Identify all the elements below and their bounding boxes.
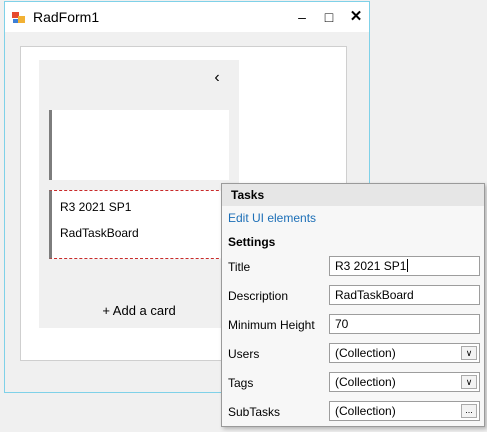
app-icon [12, 12, 25, 23]
tags-label: Tags [228, 376, 254, 390]
task-card-empty[interactable] [49, 110, 229, 180]
minimum-height-field[interactable]: 70 [329, 314, 480, 334]
edit-ui-elements-link[interactable]: Edit UI elements [228, 211, 316, 225]
title-field-value: R3 2021 SP1 [335, 259, 407, 273]
description-field[interactable]: RadTaskBoard [329, 285, 480, 305]
title-field[interactable]: R3 2021 SP1 [329, 256, 480, 276]
card-title: R3 2021 SP1 [60, 200, 132, 214]
title-bar[interactable]: RadForm1 – □ ✕ [5, 2, 369, 32]
close-button[interactable]: ✕ [345, 7, 367, 27]
smart-tag-panel: Tasks Edit UI elements Settings Title R3… [221, 183, 485, 427]
window-title: RadForm1 [33, 9, 100, 25]
tags-combo-value: (Collection) [335, 375, 396, 389]
settings-header: Settings [228, 235, 276, 249]
subtasks-field[interactable]: (Collection) ... [329, 401, 480, 421]
task-board-column: ‹ R3 2021 SP1 RadTaskBoard ◂ + Add a car… [39, 60, 239, 328]
users-combo[interactable]: (Collection) ∨ [329, 343, 480, 363]
subtasks-field-value: (Collection) [335, 404, 396, 418]
chevron-down-icon[interactable]: ∨ [461, 375, 477, 389]
card-description: RadTaskBoard [60, 226, 139, 240]
users-label: Users [228, 347, 260, 361]
users-combo-value: (Collection) [335, 346, 396, 360]
add-card-button[interactable]: + Add a card [39, 303, 239, 318]
description-label: Description [228, 289, 289, 303]
minimum-height-label: Minimum Height [228, 318, 315, 332]
maximize-button[interactable]: □ [318, 7, 340, 27]
task-card-selected[interactable]: R3 2021 SP1 RadTaskBoard ◂ [49, 185, 238, 259]
minimum-height-value: 70 [335, 317, 349, 331]
tags-combo[interactable]: (Collection) ∨ [329, 372, 480, 392]
panel-title: Tasks [231, 188, 265, 202]
description-field-value: RadTaskBoard [335, 288, 414, 302]
title-label: Title [228, 260, 251, 274]
collapse-column-icon[interactable]: ‹ [207, 68, 227, 88]
subtasks-label: SubTasks [228, 405, 281, 419]
minimize-button[interactable]: – [291, 7, 313, 27]
ellipsis-button[interactable]: ... [461, 404, 477, 418]
chevron-down-icon[interactable]: ∨ [461, 346, 477, 360]
panel-header: Tasks [222, 184, 484, 206]
